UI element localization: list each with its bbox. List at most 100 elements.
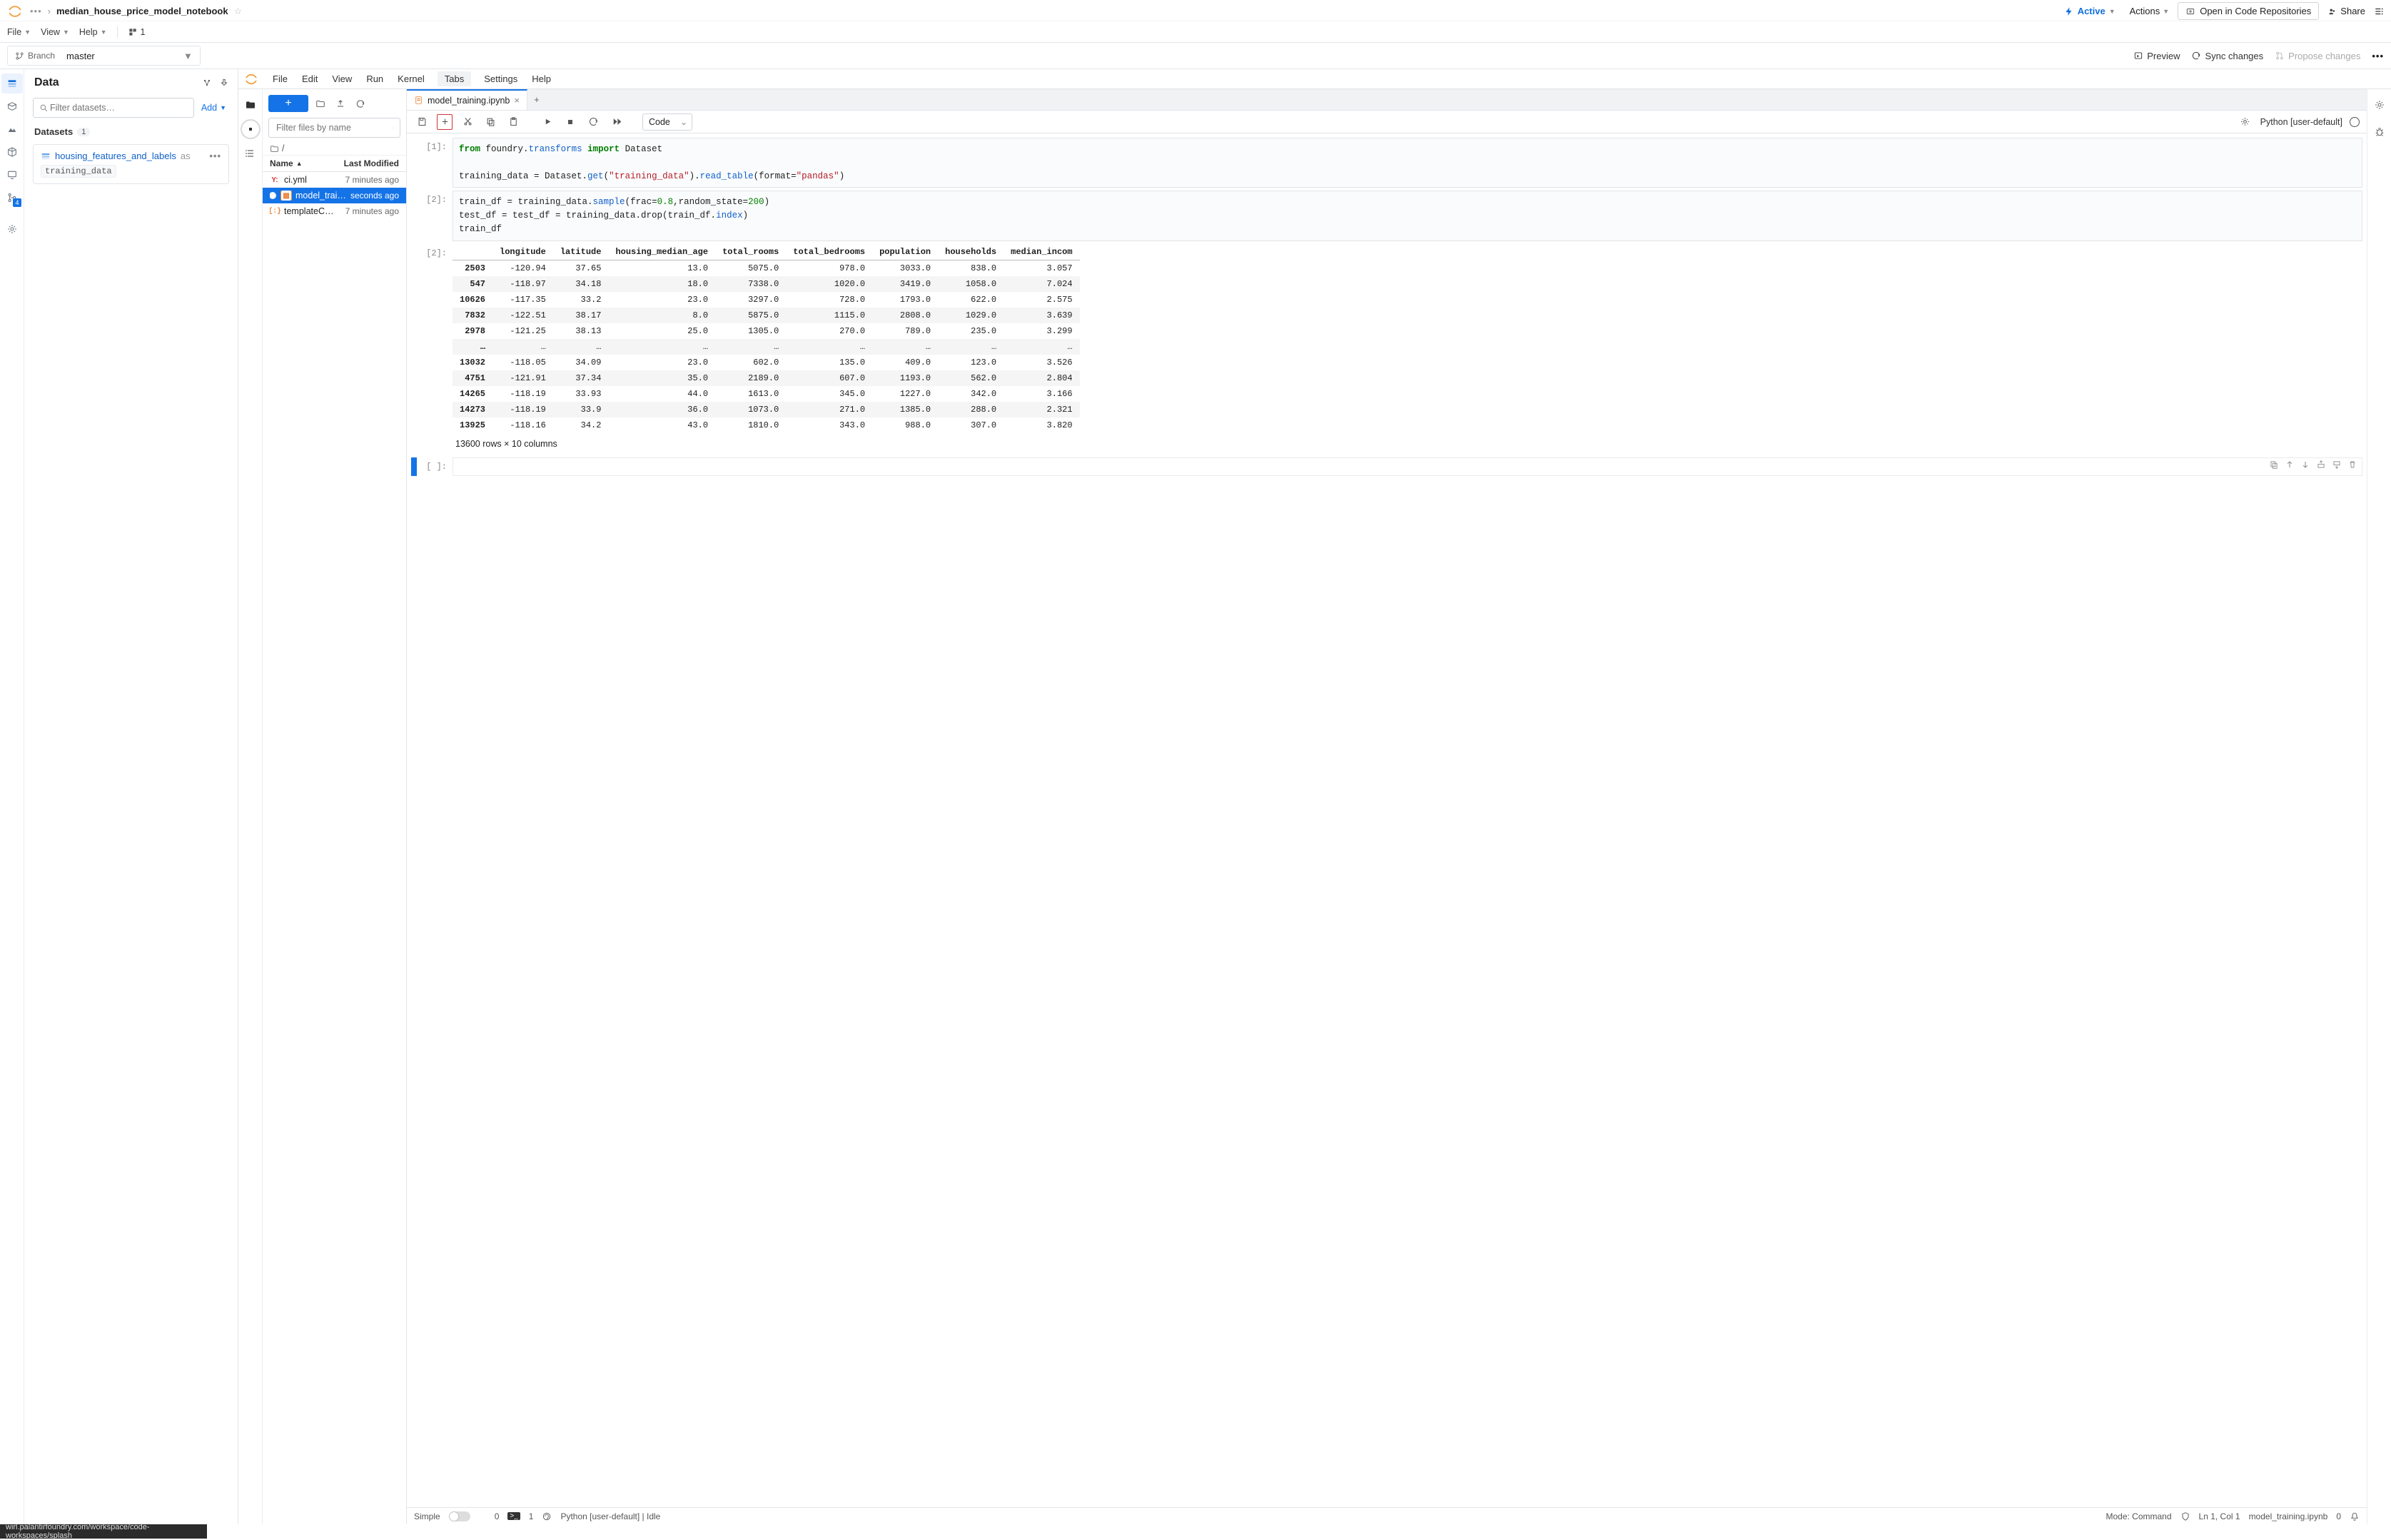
code-cell-active[interactable]: [ ]:: [411, 457, 2362, 476]
file-modified: 7 minutes ago: [345, 175, 399, 185]
rail-monitor-icon[interactable]: [1, 165, 23, 185]
save-icon[interactable]: [414, 114, 430, 130]
notebook-tab[interactable]: model_training.ipynb ×: [407, 89, 527, 110]
jmenu-help[interactable]: Help: [530, 71, 552, 86]
favorite-star-icon[interactable]: ☆: [234, 6, 243, 17]
open-in-code-repos-button[interactable]: Open in Code Repositories: [2178, 2, 2319, 20]
file-filter-input[interactable]: [268, 118, 400, 138]
actions-menu[interactable]: Actions▼: [2130, 6, 2170, 16]
code-cell[interactable]: [2]: train_df = training_data.sample(fra…: [411, 191, 2362, 240]
kernel-status-icon[interactable]: [2350, 117, 2360, 127]
kernel-name[interactable]: Python [user-default]: [2260, 117, 2342, 127]
simple-toggle[interactable]: [449, 1511, 470, 1521]
jmenu-settings[interactable]: Settings: [482, 71, 519, 86]
output-caption: 13600 rows × 10 columns: [453, 433, 2362, 455]
delete-icon[interactable]: [2347, 460, 2357, 470]
terminal-icon[interactable]: >_: [507, 1512, 520, 1520]
sync-changes-button[interactable]: Sync changes: [2191, 51, 2263, 61]
rail-models-icon[interactable]: [1, 119, 23, 139]
dataset-card[interactable]: housing_features_and_labels as ••• train…: [33, 144, 229, 184]
file-name: ci.yml: [284, 175, 307, 185]
menu-file[interactable]: File▼: [7, 27, 31, 37]
jmenu-file[interactable]: File: [271, 71, 289, 86]
panel-toggle-icon[interactable]: [2374, 6, 2384, 16]
rail-cube-icon[interactable]: [1, 142, 23, 162]
insert-cell-icon[interactable]: [437, 114, 453, 130]
jmenu-tabs[interactable]: Tabs: [438, 71, 471, 86]
menu-help[interactable]: Help▼: [79, 27, 107, 37]
restart-icon[interactable]: [585, 114, 601, 130]
menu-view[interactable]: View▼: [41, 27, 69, 37]
jmenu-view[interactable]: View: [330, 71, 353, 86]
rail-settings-icon[interactable]: [1, 219, 23, 239]
dataset-more-menu[interactable]: •••: [209, 151, 221, 161]
jupyter-rail: [238, 89, 263, 1524]
code-input[interactable]: from foundry.transforms import Dataset t…: [453, 138, 2362, 188]
rrail-gear-icon[interactable]: [2369, 95, 2390, 115]
jmenu-edit[interactable]: Edit: [300, 71, 319, 86]
env-icon[interactable]: [542, 1511, 552, 1521]
rrail-debug-icon[interactable]: [2369, 122, 2390, 142]
restart-run-all-icon[interactable]: [608, 114, 624, 130]
propose-changes-button[interactable]: Propose changes: [2275, 51, 2360, 61]
rail-git-icon[interactable]: 4: [1, 188, 23, 208]
notebook-content[interactable]: [1]: from foundry.transforms import Data…: [407, 133, 2367, 1507]
branch-selector[interactable]: Branch master ▼: [7, 46, 201, 66]
bell-icon[interactable]: [2350, 1511, 2360, 1521]
jrail-folder-icon[interactable]: [240, 95, 261, 115]
file-row[interactable]: {:}templateC…7 minutes ago: [263, 203, 406, 219]
jmenu-kernel[interactable]: Kernel: [396, 71, 426, 86]
breadcrumb-title[interactable]: median_house_price_model_notebook: [56, 6, 228, 16]
rail-package-icon[interactable]: [1, 96, 23, 116]
data-filter-input[interactable]: [33, 98, 194, 118]
col-name-header[interactable]: Name ▲: [270, 158, 344, 168]
cut-icon[interactable]: [460, 114, 475, 130]
import-icon[interactable]: [219, 78, 229, 88]
new-launcher-button[interactable]: +: [268, 95, 308, 112]
jrail-toc-icon[interactable]: [240, 143, 261, 163]
breadcrumb-ellipsis[interactable]: •••: [30, 6, 42, 16]
trusted-icon[interactable]: [2180, 1511, 2190, 1521]
search-icon: [39, 103, 49, 113]
new-folder-icon[interactable]: [315, 98, 325, 108]
add-tab-button[interactable]: +: [527, 94, 546, 105]
menu-diagnostics[interactable]: 1: [128, 27, 146, 37]
dataset-name[interactable]: housing_features_and_labels: [55, 151, 176, 161]
code-cell[interactable]: [1]: from foundry.transforms import Data…: [411, 138, 2362, 188]
jrail-running-icon[interactable]: [240, 119, 261, 139]
rail-data-icon[interactable]: [1, 74, 23, 93]
variables-icon[interactable]: [2238, 114, 2253, 130]
file-row[interactable]: ▦model_trai…seconds ago: [263, 188, 406, 203]
code-input[interactable]: train_df = training_data.sample(frac=0.8…: [453, 191, 2362, 240]
output-table[interactable]: longitudelatitudehousing_median_agetotal…: [453, 244, 2362, 433]
insert-above-icon[interactable]: [2316, 460, 2326, 470]
tab-close-icon[interactable]: ×: [514, 95, 520, 106]
more-menu[interactable]: •••: [2372, 51, 2384, 61]
status-pill-active[interactable]: Active ▼: [2058, 4, 2121, 19]
refresh-icon[interactable]: [355, 98, 365, 108]
add-dataset-button[interactable]: Add▼: [198, 103, 229, 113]
share-button[interactable]: Share: [2327, 6, 2365, 16]
jmenu-run[interactable]: Run: [365, 71, 385, 86]
move-down-icon[interactable]: [2300, 460, 2310, 470]
cell-type-select[interactable]: Code: [642, 113, 692, 131]
df-col-header: median_incom: [1004, 244, 1079, 260]
upload-icon[interactable]: [335, 98, 345, 108]
data-filter-text[interactable]: [49, 102, 188, 113]
app-header: ••• › median_house_price_model_notebook …: [0, 0, 2391, 69]
insert-below-icon[interactable]: [2332, 460, 2342, 470]
copy-icon[interactable]: [482, 114, 498, 130]
col-mod-header[interactable]: Last Modified: [344, 158, 399, 168]
file-row[interactable]: Y:ci.yml7 minutes ago: [263, 172, 406, 188]
empty-code-input[interactable]: [453, 457, 2362, 476]
move-up-icon[interactable]: [2285, 460, 2295, 470]
caret-down-icon: ▼: [2109, 8, 2115, 15]
stop-icon[interactable]: [562, 114, 578, 130]
duplicate-icon[interactable]: [2269, 460, 2279, 470]
transform-icon[interactable]: [202, 78, 212, 88]
paste-icon[interactable]: [505, 114, 521, 130]
run-icon[interactable]: [540, 114, 555, 130]
file-breadcrumb[interactable]: /: [263, 139, 406, 156]
url-preview: wirl.palantirfoundry.com/workspace/code-…: [0, 1524, 207, 1539]
preview-button[interactable]: Preview: [2133, 51, 2180, 61]
